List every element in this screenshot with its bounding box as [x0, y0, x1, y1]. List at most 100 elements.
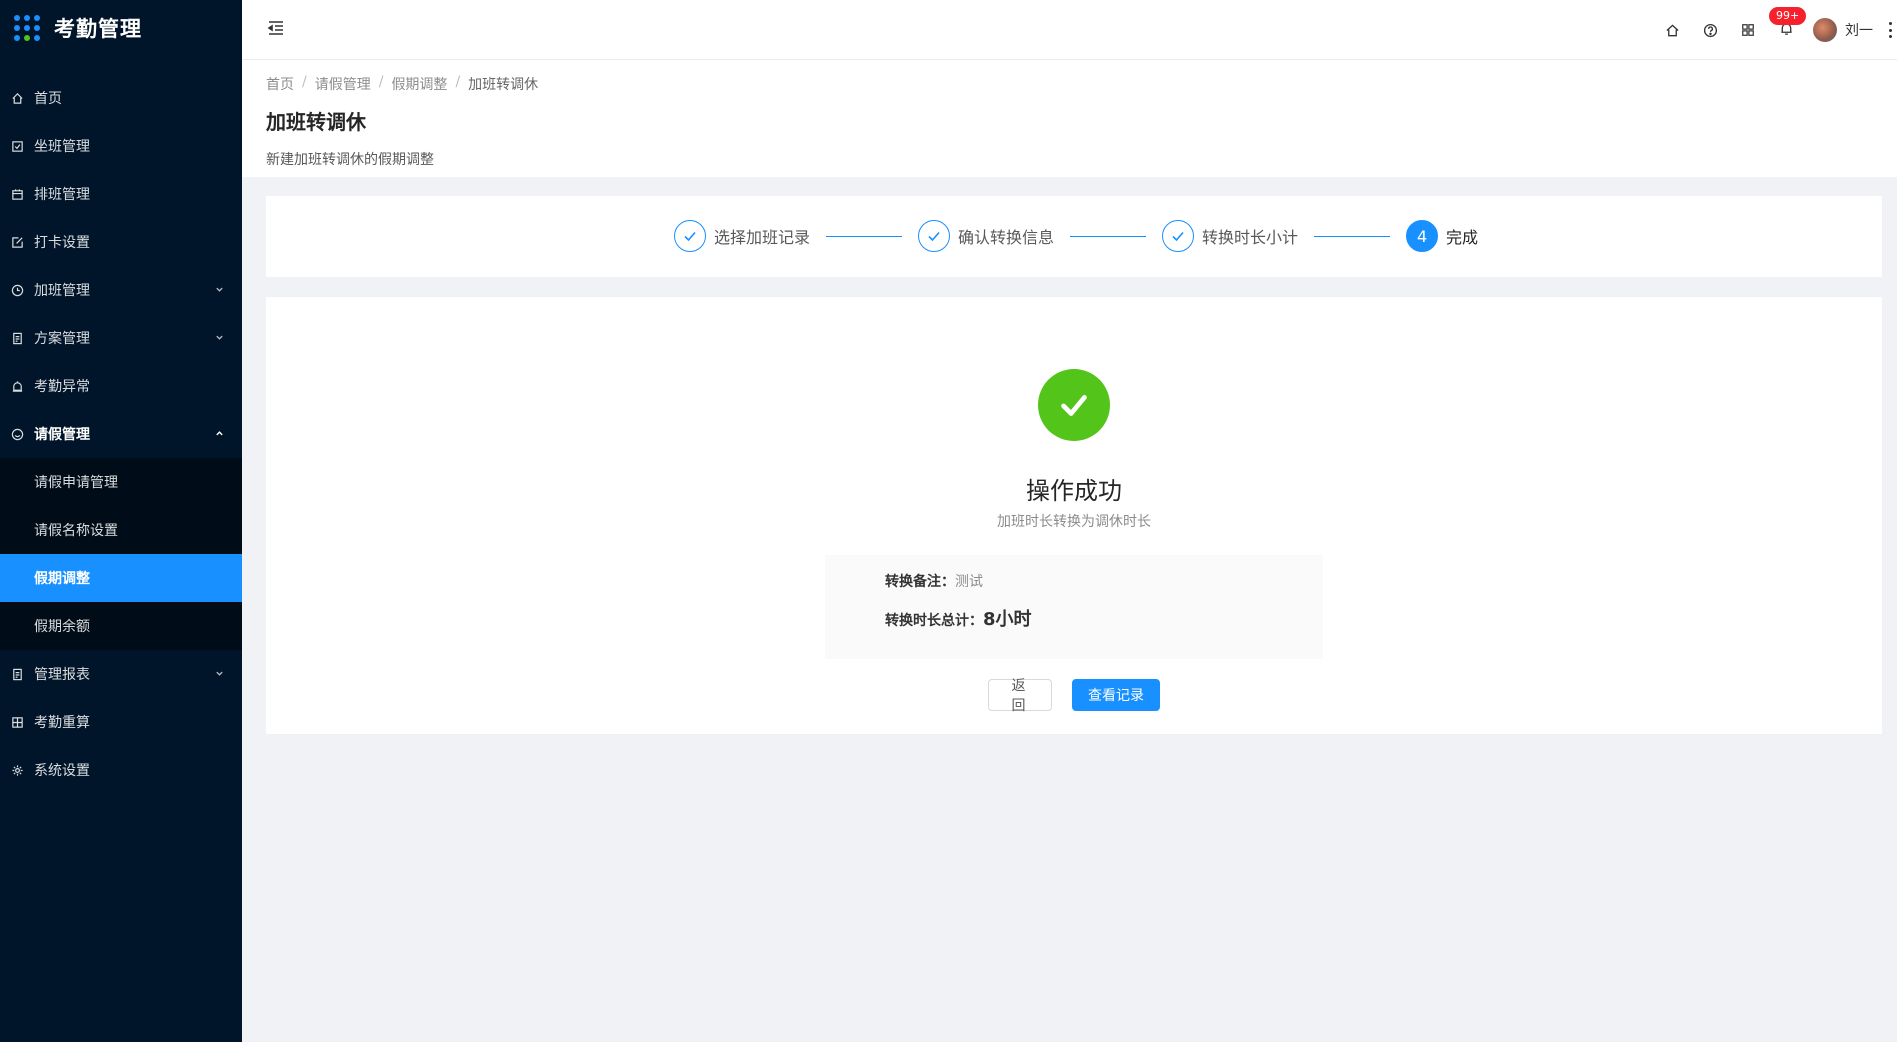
help-icon[interactable]: [1701, 21, 1719, 39]
sidebar-item-attendance-exception[interactable]: 考勤异常: [0, 362, 242, 410]
total-value: 8小时: [983, 609, 1032, 630]
report-icon: [10, 667, 24, 681]
sidebar-item-plan-management[interactable]: 方案管理: [0, 314, 242, 362]
more-vertical-icon[interactable]: [1887, 22, 1893, 38]
alarm-icon: [10, 379, 24, 393]
sidebar-item-shift-management[interactable]: 排班管理: [0, 170, 242, 218]
success-check-icon: [1038, 369, 1110, 441]
chevron-down-icon: [215, 284, 224, 297]
sidebar-item-label: 打卡设置: [34, 235, 90, 251]
sidebar-menu: 首页 坐班管理 排班管理 打卡设置 加班管理 方案管理 考勤异常 请假管理 请假…: [0, 74, 242, 794]
breadcrumb-separator: /: [378, 74, 384, 90]
notification-badge: 99+: [1769, 7, 1807, 25]
check-icon: [1162, 220, 1195, 252]
leave-submenu: 请假申请管理 请假名称设置 假期调整 假期余额: [0, 458, 242, 650]
chevron-up-icon: [215, 428, 224, 441]
step-complete: 4 完成: [1406, 220, 1478, 252]
step-select-overtime: 选择加班记录: [674, 220, 810, 252]
apps-icon[interactable]: [1739, 21, 1757, 39]
sidebar-item-label: 首页: [34, 91, 62, 107]
sidebar-item-leave-management[interactable]: 请假管理: [0, 410, 242, 458]
breadcrumb-item-leave-management[interactable]: 请假管理: [315, 74, 371, 94]
sidebar-item-leave-application[interactable]: 请假申请管理: [0, 458, 242, 506]
avatar[interactable]: [1813, 18, 1837, 42]
result-subtitle: 加班时长转换为调休时长: [997, 514, 1151, 530]
sidebar-item-home[interactable]: 首页: [0, 74, 242, 122]
step-connector: [826, 235, 903, 237]
sidebar-item-label: 请假管理: [34, 427, 90, 443]
sidebar-item-leave-name-settings[interactable]: 请假名称设置: [0, 506, 242, 554]
sidebar-item-label: 考勤重算: [34, 715, 90, 731]
page-description: 新建加班转调休的假期调整: [266, 152, 434, 168]
chevron-down-icon: [215, 668, 224, 681]
sidebar-item-label: 管理报表: [34, 667, 90, 683]
sidebar-item-label: 系统设置: [34, 763, 90, 779]
step-connector: [1070, 235, 1147, 237]
breadcrumb: 首页 / 请假管理 / 假期调整 / 加班转调休: [266, 74, 1897, 94]
sidebar-item-holiday-adjustment[interactable]: 假期调整: [0, 554, 242, 602]
step-confirm-info: 确认转换信息: [918, 220, 1054, 252]
sidebar-item-label: 考勤异常: [34, 379, 90, 395]
file-icon: [10, 331, 24, 345]
app-grid-icon: [14, 15, 40, 41]
sidebar: 考勤管理 首页 坐班管理 排班管理 打卡设置 加班管理 方案管理 考勤异常 请假…: [0, 0, 242, 1042]
result-info-box: 转换备注： 测试 转换时长总计： 8小时: [825, 555, 1323, 659]
home-icon[interactable]: [1663, 21, 1681, 39]
step-connector: [1314, 235, 1391, 237]
sidebar-item-attendance-recalculation[interactable]: 考勤重算: [0, 698, 242, 746]
breadcrumb-separator: /: [455, 74, 461, 90]
top-header: 99+ 刘一: [242, 0, 1897, 60]
sidebar-item-system-settings[interactable]: 系统设置: [0, 746, 242, 794]
page-title: 加班转调休: [266, 110, 366, 134]
sidebar-item-clock-in-settings[interactable]: 打卡设置: [0, 218, 242, 266]
sidebar-item-label: 方案管理: [34, 331, 90, 347]
sidebar-item-label: 请假名称设置: [34, 523, 118, 539]
breadcrumb-item-current: 加班转调休: [468, 77, 539, 93]
total-label: 转换时长总计：: [885, 613, 983, 629]
breadcrumb-item-home[interactable]: 首页: [266, 74, 294, 94]
sidebar-item-label: 排班管理: [34, 187, 90, 203]
breadcrumb-item-holiday-adjustment[interactable]: 假期调整: [391, 74, 447, 94]
sidebar-item-seat-management[interactable]: 坐班管理: [0, 122, 242, 170]
sidebar-item-label: 假期调整: [34, 571, 90, 587]
clock-icon: [10, 283, 24, 297]
logo[interactable]: 考勤管理: [0, 0, 242, 56]
step-subtotal: 转换时长小计: [1162, 220, 1298, 252]
total-row: 转换时长总计： 8小时: [885, 605, 1323, 631]
step-title: 选择加班记录: [714, 228, 811, 247]
page-header: 首页 / 请假管理 / 假期调整 / 加班转调休 加班转调休 新建加班转调休的假…: [242, 60, 1897, 177]
gear-icon: [10, 763, 24, 777]
step-title: 完成: [1446, 228, 1479, 247]
remark-label: 转换备注：: [885, 574, 955, 590]
step-title: 确认转换信息: [958, 228, 1055, 247]
result-actions: 返回 查看记录: [266, 678, 1882, 714]
edit-icon: [10, 235, 24, 249]
remark-row: 转换备注： 测试: [885, 571, 1323, 591]
schedule-icon: [10, 187, 24, 201]
steps: 选择加班记录 确认转换信息 转换时长小计 4 完成: [674, 220, 1478, 252]
result-card: 操作成功 加班时长转换为调休时长 转换备注： 测试 转换时长总计： 8小时 返回…: [266, 297, 1882, 734]
sidebar-item-management-reports[interactable]: 管理报表: [0, 650, 242, 698]
result-title: 操作成功: [1026, 477, 1122, 505]
breadcrumb-separator: /: [302, 74, 307, 90]
menu-fold-icon[interactable]: [266, 18, 286, 38]
sidebar-item-overtime-management[interactable]: 加班管理: [0, 266, 242, 314]
step-number: 4: [1406, 220, 1439, 252]
sidebar-item-label: 假期余额: [34, 619, 90, 635]
check-icon: [918, 220, 951, 252]
notification-button[interactable]: 99+: [1769, 7, 1807, 39]
calendar-check-icon: [10, 139, 24, 153]
back-button[interactable]: 返回: [988, 678, 1052, 714]
user-name[interactable]: 刘一: [1845, 20, 1873, 40]
steps-card: 选择加班记录 确认转换信息 转换时长小计 4 完成: [266, 196, 1882, 277]
smile-icon: [10, 427, 24, 441]
step-title: 转换时长小计: [1202, 228, 1299, 247]
app-title: 考勤管理: [54, 17, 142, 41]
home-icon: [10, 91, 24, 105]
remark-value: 测试: [955, 574, 983, 590]
header-actions: 99+ 刘一: [1663, 0, 1897, 60]
sidebar-item-label: 坐班管理: [34, 139, 90, 155]
sidebar-item-holiday-balance[interactable]: 假期余额: [0, 602, 242, 650]
check-icon: [674, 220, 706, 252]
view-records-button[interactable]: 查看记录: [1072, 679, 1160, 711]
